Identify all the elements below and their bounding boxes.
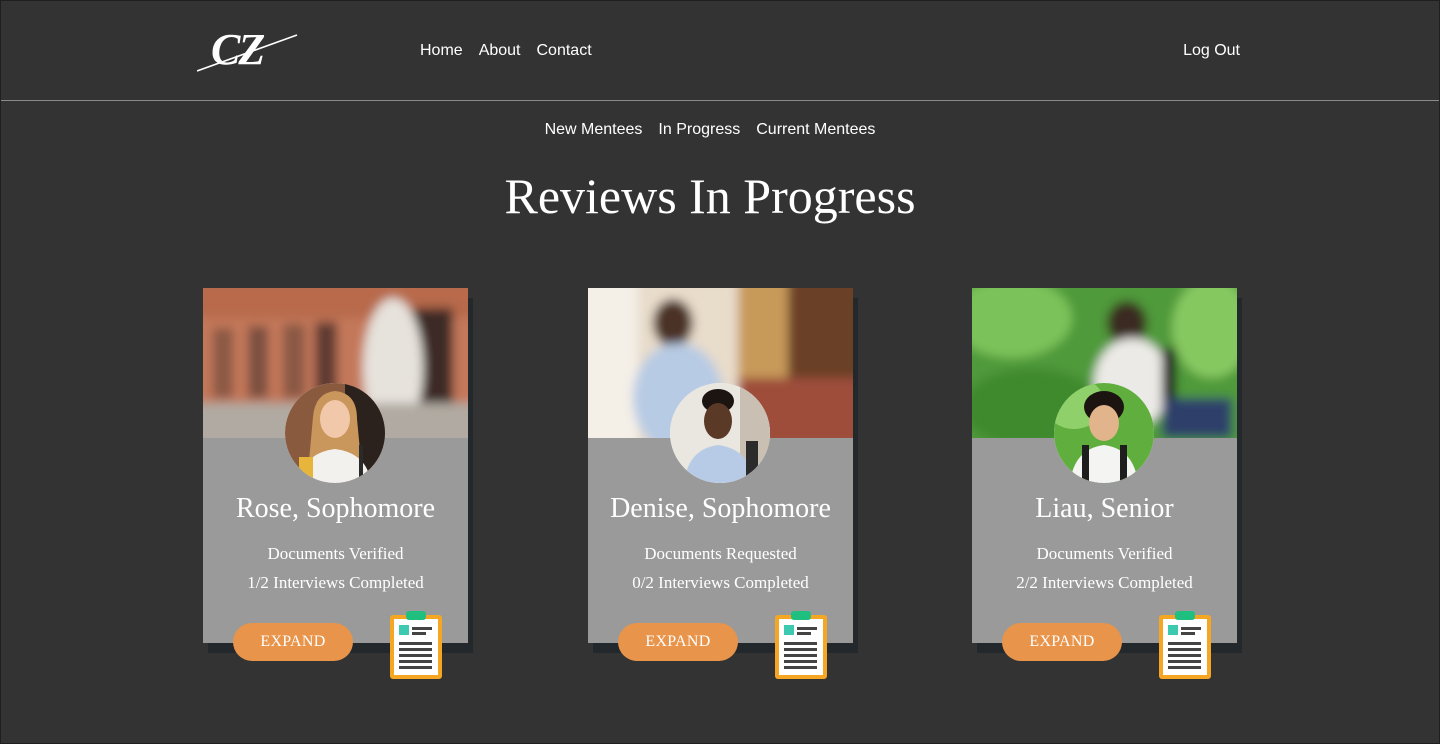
nav-link-contact[interactable]: Contact [537, 41, 592, 61]
avatar-liau [1054, 383, 1154, 483]
document-status: Documents Requested [644, 544, 797, 563]
subnav-new-mentees[interactable]: New Mentees [545, 120, 643, 140]
mentee-subnav: New Mentees In Progress Current Mentees [1, 120, 1419, 140]
card-name: Denise, Sophomore [610, 493, 831, 524]
logout-link[interactable]: Log Out [1183, 41, 1240, 61]
nav-link-home[interactable]: Home [420, 41, 463, 61]
card-name: Liau, Senior [1035, 493, 1174, 524]
subnav-current-mentees[interactable]: Current Mentees [756, 120, 875, 140]
logo-text: CZ [211, 25, 265, 74]
page-title: Reviews In Progress [504, 168, 916, 224]
interview-status: 0/2 Interviews Completed [632, 573, 809, 592]
card-body: Denise, Sophomore Documents Requested 0/… [588, 288, 853, 643]
mentee-card-liau: Liau, Senior Documents Verified 2/2 Inte… [972, 288, 1242, 679]
clipboard-icon[interactable] [1157, 609, 1213, 681]
mentee-card-denise: Denise, Sophomore Documents Requested 0/… [588, 288, 858, 679]
card-name: Rose, Sophomore [235, 493, 436, 524]
subnav-in-progress[interactable]: In Progress [658, 120, 740, 140]
avatar-denise [670, 383, 770, 483]
interview-status: 1/2 Interviews Completed [247, 573, 424, 592]
card-body: Rose, Sophomore Documents Verified 1/2 I… [203, 288, 468, 643]
app-frame: CZ Home About Contact Log Out New Mentee… [0, 0, 1440, 744]
expand-button[interactable]: EXPAND [233, 623, 353, 661]
brand-logo[interactable]: CZ [197, 25, 299, 75]
nav-link-about[interactable]: About [479, 41, 521, 61]
top-navbar: CZ Home About Contact Log Out [1, 1, 1439, 101]
clipboard-icon[interactable] [773, 609, 829, 681]
document-status: Documents Verified [267, 544, 404, 563]
document-status: Documents Verified [1036, 544, 1173, 563]
primary-nav: Home About Contact [420, 41, 592, 61]
expand-button[interactable]: EXPAND [1002, 623, 1122, 661]
avatar-rose [285, 383, 385, 483]
interview-status: 2/2 Interviews Completed [1016, 573, 1193, 592]
mentee-card-rose: Rose, Sophomore Documents Verified 1/2 I… [203, 288, 473, 679]
clipboard-icon[interactable] [388, 609, 444, 681]
card-body: Liau, Senior Documents Verified 2/2 Inte… [972, 288, 1237, 643]
expand-button[interactable]: EXPAND [618, 623, 738, 661]
